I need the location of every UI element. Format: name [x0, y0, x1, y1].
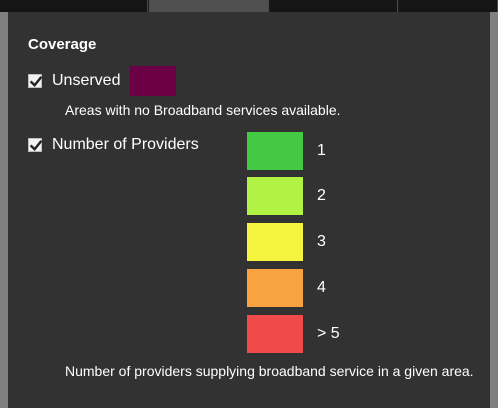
legend-label-5: > 5 [317, 325, 340, 342]
tab-4[interactable] [399, 0, 498, 12]
unserved-layer-row: Unserved [28, 66, 177, 96]
unserved-checkbox[interactable] [28, 74, 43, 88]
legend-swatch-1 [247, 132, 303, 170]
check-icon [29, 76, 43, 87]
unserved-label[interactable]: Unserved [52, 72, 120, 90]
legend-label-4: 4 [317, 279, 326, 296]
legend-label-2: 2 [317, 187, 326, 204]
unserved-description: Areas with no Broadband services availab… [65, 102, 341, 118]
providers-label[interactable]: Number of Providers [52, 136, 199, 154]
legend-item-3: 3 [247, 223, 326, 261]
legend-item-4: 4 [247, 269, 326, 307]
unserved-color-swatch [130, 66, 177, 96]
panel-title: Coverage [28, 36, 97, 53]
legend-swatch-3 [247, 223, 303, 261]
window-frame-left [0, 12, 8, 408]
check-icon [29, 140, 43, 151]
tab-strip [0, 0, 498, 12]
window-frame-right [490, 12, 498, 408]
tab-2[interactable] [149, 0, 269, 12]
legend-item-2: 2 [247, 177, 326, 215]
legend-label-1: 1 [317, 142, 326, 159]
providers-description: Number of providers supplying broadband … [65, 363, 474, 379]
legend-swatch-5 [247, 315, 303, 353]
legend-item-1: 1 [247, 132, 326, 170]
providers-layer-row: Number of Providers [28, 136, 199, 154]
coverage-panel: Coverage Unserved Areas with no Broadban… [8, 12, 490, 408]
legend-swatch-4 [247, 269, 303, 307]
legend-swatch-2 [247, 177, 303, 215]
legend-label-3: 3 [317, 233, 326, 250]
legend-item-5: > 5 [247, 315, 340, 353]
tab-3[interactable] [270, 0, 398, 12]
providers-checkbox[interactable] [28, 138, 43, 152]
tab-1[interactable] [0, 0, 148, 12]
